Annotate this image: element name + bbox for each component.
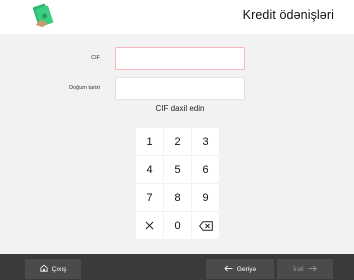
- arrow-left-icon: [224, 265, 233, 274]
- key-9[interactable]: 9: [192, 184, 219, 211]
- instruction-text: CIF daxil edin: [155, 104, 205, 113]
- back-button[interactable]: Geriyə: [206, 259, 274, 279]
- exit-button-label: Çıxış: [51, 265, 67, 273]
- backspace-key[interactable]: [192, 212, 219, 239]
- back-button-label: Geriyə: [236, 265, 257, 273]
- backspace-icon: [198, 220, 213, 231]
- close-icon: [145, 221, 154, 230]
- key-7[interactable]: 7: [136, 184, 163, 211]
- key-8[interactable]: 8: [164, 184, 191, 211]
- cif-input[interactable]: [115, 47, 245, 70]
- next-button-label: İrəli: [293, 265, 304, 273]
- home-icon: [39, 264, 48, 274]
- key-1[interactable]: 1: [136, 128, 163, 155]
- page-title: Kredit ödənişləri: [242, 8, 334, 22]
- birth-date-label: Doğum tarixi: [69, 85, 100, 91]
- key-5[interactable]: 5: [164, 156, 191, 183]
- clear-key[interactable]: [136, 212, 163, 239]
- key-2[interactable]: 2: [164, 128, 191, 155]
- arrow-right-icon: [308, 265, 317, 274]
- birth-date-input[interactable]: [115, 77, 245, 100]
- exit-button[interactable]: Çıxış: [25, 259, 81, 279]
- key-0[interactable]: 0: [164, 212, 191, 239]
- next-button[interactable]: İrəli: [277, 259, 333, 279]
- cif-label: CIF: [91, 55, 100, 61]
- numeric-keypad: 1 2 3 4 5 6 7 8 9 0: [136, 128, 220, 239]
- key-4[interactable]: 4: [136, 156, 163, 183]
- header: Kredit ödənişləri: [0, 0, 354, 34]
- key-6[interactable]: 6: [192, 156, 219, 183]
- key-3[interactable]: 3: [192, 128, 219, 155]
- screen: Kredit ödənişləri CIF Doğum tarixi CIF d…: [0, 0, 354, 280]
- money-banknote-icon: [32, 3, 54, 27]
- footer: Çıxış Geriyə İrəli: [0, 254, 354, 280]
